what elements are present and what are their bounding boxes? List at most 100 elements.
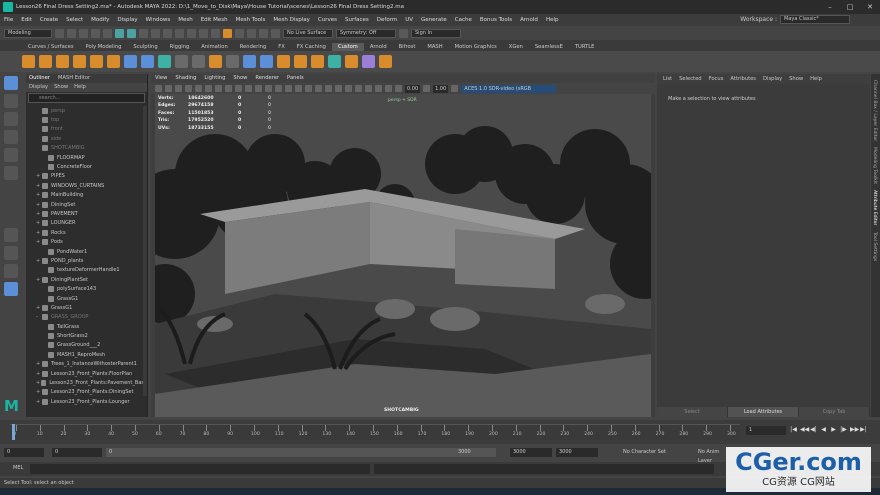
viewport-menu-renderer[interactable]: Renderer bbox=[255, 74, 279, 83]
play-forwards-button[interactable]: ▶ bbox=[830, 425, 837, 434]
lights-toggle-icon[interactable] bbox=[295, 85, 302, 92]
outliner-row[interactable]: - GRASS_GROUP bbox=[26, 313, 144, 322]
open-scene-icon[interactable] bbox=[67, 28, 76, 38]
tab-mash-editor[interactable]: MASH Editor bbox=[58, 74, 90, 83]
viewport-menu-lighting[interactable]: Lighting bbox=[204, 74, 225, 83]
menu-modify[interactable]: Modify bbox=[91, 17, 109, 23]
field-chart-icon[interactable] bbox=[235, 85, 242, 92]
step-forward-frame-button[interactable]: |▶ bbox=[840, 425, 847, 434]
outliner-menu-show[interactable]: Show bbox=[54, 83, 68, 92]
viewport-menu-show[interactable]: Show bbox=[233, 74, 247, 83]
select-hierarchy-icon[interactable] bbox=[115, 28, 124, 38]
four-view-layout-icon[interactable] bbox=[4, 246, 18, 260]
grid-icon[interactable] bbox=[175, 55, 188, 68]
select-tool-icon[interactable] bbox=[4, 76, 18, 90]
shelf-tab-rendering[interactable]: Rendering bbox=[234, 43, 273, 51]
live-surface-dropdown[interactable]: No Live Surface bbox=[283, 28, 333, 38]
safe-action-icon[interactable] bbox=[245, 85, 252, 92]
menu-mesh[interactable]: Mesh bbox=[178, 17, 192, 23]
menu-help[interactable]: Help bbox=[546, 17, 559, 23]
viewport-render[interactable] bbox=[155, 94, 651, 417]
go-to-end-button[interactable]: ▶| bbox=[860, 425, 867, 434]
resolution-gate-icon[interactable] bbox=[215, 85, 222, 92]
camera-icon[interactable] bbox=[155, 85, 162, 92]
menu-bonus-tools[interactable]: Bonus Tools bbox=[480, 17, 512, 23]
attr-menu-focus[interactable]: Focus bbox=[709, 74, 724, 84]
menu-file[interactable]: File bbox=[4, 17, 13, 23]
range-slider[interactable]: 0 bbox=[106, 448, 496, 457]
shelf-tab-arnold[interactable]: Arnold bbox=[364, 43, 393, 51]
go-to-start-button[interactable]: |◀ bbox=[790, 425, 797, 434]
mel-input[interactable] bbox=[30, 464, 370, 474]
snap-curve-icon[interactable] bbox=[163, 28, 172, 38]
shelf-tab-curves-surfaces[interactable]: Curves / Surfaces bbox=[22, 43, 80, 51]
live-surface-icon[interactable] bbox=[271, 28, 280, 38]
shelf-tab-animation[interactable]: Animation bbox=[195, 43, 233, 51]
sign-in-dropdown[interactable]: Sign In bbox=[411, 28, 461, 38]
gate-mask-icon[interactable] bbox=[225, 85, 232, 92]
torus-icon[interactable] bbox=[311, 55, 324, 68]
outliner-row[interactable]: + PAVEMENT bbox=[26, 209, 144, 218]
side-tab-modeling-toolkit[interactable]: Modeling Toolkit bbox=[872, 147, 877, 184]
menu-generate[interactable]: Generate bbox=[421, 17, 447, 23]
history-icon[interactable] bbox=[211, 28, 220, 38]
undo-icon[interactable] bbox=[91, 28, 100, 38]
menu-deform[interactable]: Deform bbox=[377, 17, 397, 23]
menu-create[interactable]: Create bbox=[40, 17, 58, 23]
outliner-row[interactable]: + Lesson23_Front_Plants:Pavement_Bas bbox=[26, 378, 144, 387]
poly-cube-icon[interactable] bbox=[107, 55, 120, 68]
shelf-tab-motion-graphics[interactable]: Motion Graphics bbox=[449, 43, 503, 51]
bridge-icon[interactable] bbox=[141, 55, 154, 68]
outliner-row[interactable]: + Lesson23_Front_Plants:DiningSet bbox=[26, 388, 144, 397]
shelf-tab-poly-modeling[interactable]: Poly Modeling bbox=[80, 43, 128, 51]
shelf-tab-seamlesse[interactable]: SeamlessE bbox=[529, 43, 569, 51]
shelf-tab-fx-caching[interactable]: FX Caching bbox=[291, 43, 332, 51]
poly-cube-icon[interactable] bbox=[39, 55, 52, 68]
shelf-tab-mash[interactable]: MASH bbox=[421, 43, 448, 51]
camera-attributes-icon[interactable] bbox=[165, 85, 172, 92]
outliner-row[interactable]: side bbox=[26, 134, 144, 143]
menu-surfaces[interactable]: Surfaces bbox=[345, 17, 369, 23]
snap-view-icon[interactable] bbox=[187, 28, 196, 38]
outliner-row[interactable]: MASH1_ReproMesh bbox=[26, 350, 144, 359]
rotate-tool-icon[interactable] bbox=[4, 148, 18, 162]
scale-tool-icon[interactable] bbox=[4, 166, 18, 180]
select-object-icon[interactable] bbox=[127, 28, 136, 38]
poly-cube-icon[interactable] bbox=[73, 55, 86, 68]
menu-edit-mesh[interactable]: Edit Mesh bbox=[201, 17, 228, 23]
redo-icon[interactable] bbox=[103, 28, 112, 38]
menu-display[interactable]: Display bbox=[117, 17, 137, 23]
attr-menu-display[interactable]: Display bbox=[763, 74, 782, 84]
tab-outliner[interactable]: Outliner bbox=[29, 74, 50, 83]
paint-select-tool-icon[interactable] bbox=[4, 112, 18, 126]
step-forward-key-button[interactable]: ▶▶ bbox=[850, 425, 859, 434]
snap-point-icon[interactable] bbox=[175, 28, 184, 38]
outliner-menu-display[interactable]: Display bbox=[29, 83, 48, 92]
menu-cache[interactable]: Cache bbox=[455, 17, 472, 23]
attr-menu-help[interactable]: Help bbox=[810, 74, 822, 84]
bookmark-icon[interactable] bbox=[175, 85, 182, 92]
animation-start-field[interactable]: 0 bbox=[4, 448, 44, 457]
shadows-icon[interactable] bbox=[305, 85, 312, 92]
freeze-transform-icon[interactable] bbox=[260, 55, 273, 68]
color-management-icon[interactable] bbox=[451, 85, 459, 92]
outliner-row[interactable]: + Trees_1_InstanceWithosterParent1 bbox=[26, 360, 144, 369]
shelf-tab-sculpting[interactable]: Sculpting bbox=[127, 43, 163, 51]
smooth-shade-icon[interactable] bbox=[265, 85, 272, 92]
select-component-icon[interactable] bbox=[139, 28, 148, 38]
outliner-row[interactable]: + Rocks bbox=[26, 228, 144, 237]
playback-end-field[interactable]: 3000 bbox=[510, 448, 552, 457]
lights-icon[interactable] bbox=[345, 55, 358, 68]
copy-tab-button[interactable]: Copy Tab bbox=[799, 407, 870, 417]
menu-mesh-display[interactable]: Mesh Display bbox=[273, 17, 310, 23]
play-backwards-button[interactable]: ◀ bbox=[820, 425, 827, 434]
menu-select[interactable]: Select bbox=[66, 17, 83, 23]
outliner-layout-icon[interactable] bbox=[4, 282, 18, 296]
shelf-tab-rigging[interactable]: Rigging bbox=[164, 43, 196, 51]
wireframe-on-shaded-icon[interactable] bbox=[275, 85, 282, 92]
gamma-icon[interactable] bbox=[423, 85, 431, 92]
sphere-icon[interactable] bbox=[294, 55, 307, 68]
outliner-row[interactable]: + PIPES bbox=[26, 172, 144, 181]
xray-components-icon[interactable] bbox=[385, 85, 392, 92]
outliner-row[interactable]: + GrassG1 bbox=[26, 303, 144, 312]
